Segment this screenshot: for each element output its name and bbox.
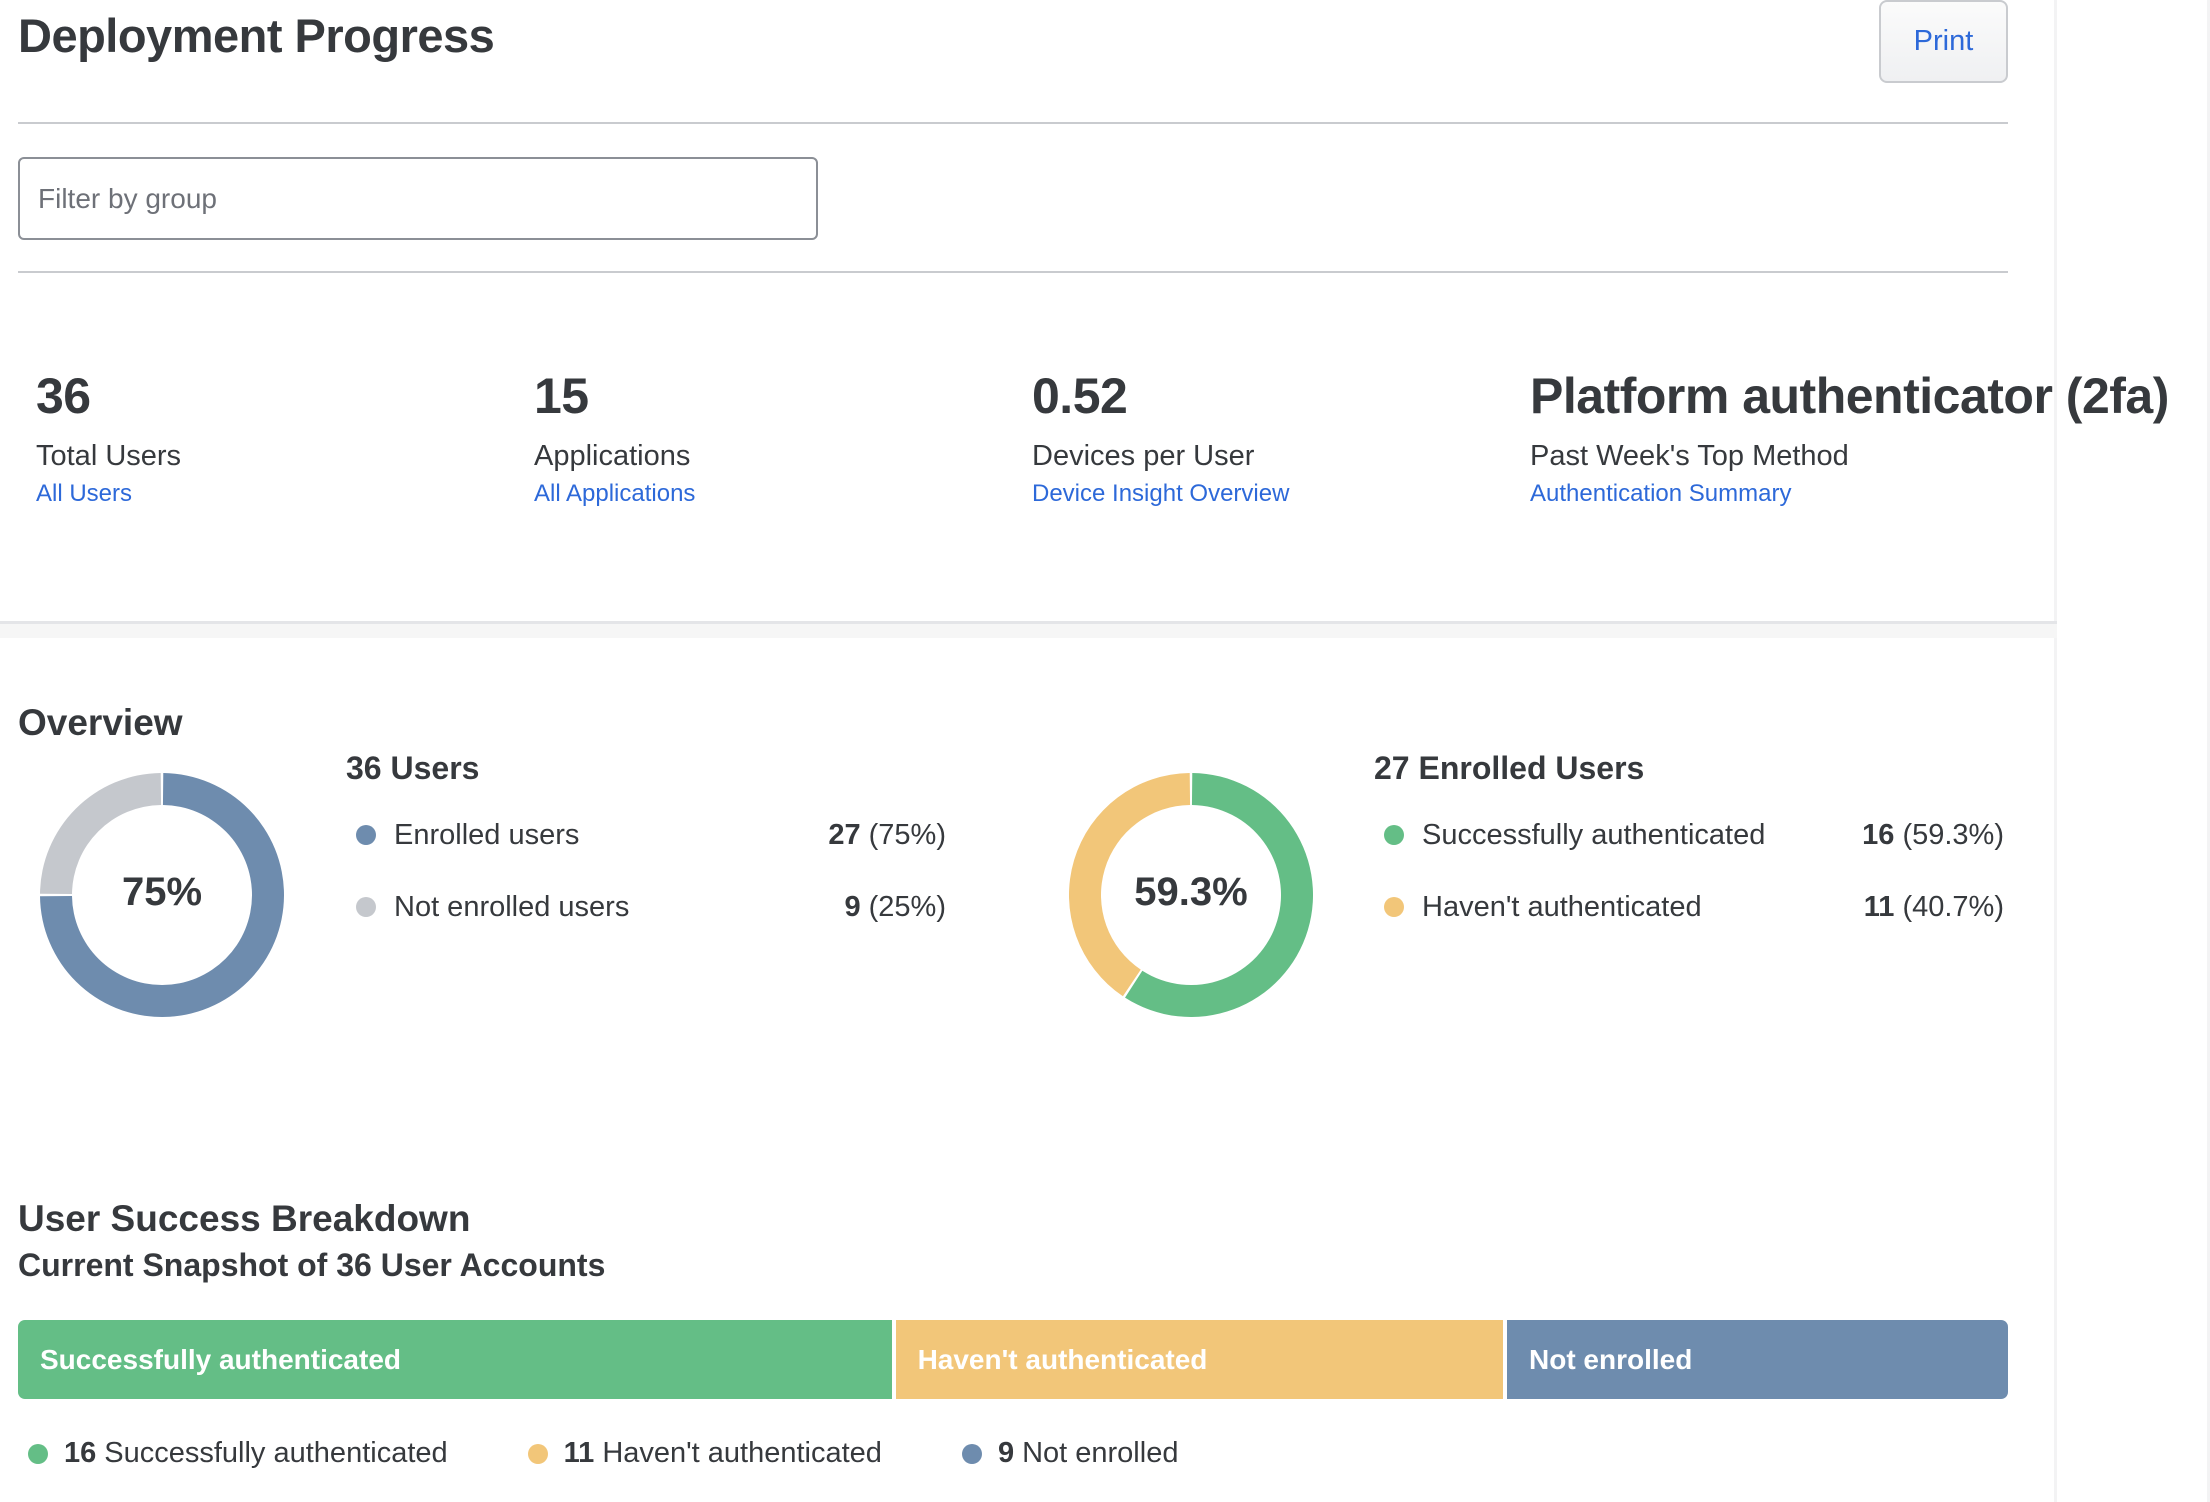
bar-segment-success[interactable]: Successfully authenticated bbox=[18, 1320, 892, 1399]
all-applications-link[interactable]: All Applications bbox=[534, 476, 695, 512]
filter-divider bbox=[18, 271, 2008, 273]
stat-devices-per-user: 0.52 Devices per User Device Insight Ove… bbox=[1032, 362, 1289, 512]
bar-segment-not-enrolled[interactable]: Not enrolled bbox=[1507, 1320, 2008, 1399]
stat-top-method: Platform authenticator (2fa) Past Week's… bbox=[1530, 362, 2169, 512]
print-button[interactable]: Print bbox=[1879, 0, 2008, 83]
legend-value: 27 (75%) bbox=[828, 819, 946, 852]
device-insight-overview-link[interactable]: Device Insight Overview bbox=[1032, 476, 1289, 512]
legend-label: Enrolled users bbox=[394, 818, 580, 851]
legend-label: Not enrolled users bbox=[394, 890, 630, 923]
legend-count: 11 bbox=[563, 1437, 595, 1469]
stat-value: 15 bbox=[534, 368, 589, 424]
overview-title: Overview bbox=[18, 702, 183, 743]
legend-label: Not enrolled bbox=[1022, 1437, 1179, 1469]
legend-title: 36 Users bbox=[346, 750, 480, 786]
legend-item-success: Successfully authenticated 16 (59.3%) bbox=[1374, 815, 2004, 855]
right-gutter bbox=[2060, 0, 2210, 1502]
stat-value: 0.52 bbox=[1032, 368, 1128, 424]
legend-percent: (59.3%) bbox=[1902, 818, 2004, 851]
success-dot-icon bbox=[1384, 825, 1404, 845]
enrolled-dot-icon bbox=[356, 825, 376, 845]
page-title: Deployment Progress bbox=[18, 9, 495, 62]
legend-count: 16 bbox=[64, 1437, 97, 1469]
bar-segment-pending[interactable]: Haven't authenticated bbox=[895, 1320, 1503, 1399]
legend-count: 9 bbox=[997, 1437, 1015, 1469]
success-dot-icon bbox=[28, 1443, 48, 1464]
breakdown-subtitle: Current Snapshot of 36 User Accounts bbox=[18, 1247, 606, 1283]
stat-total-users: 36 Total Users All Users bbox=[36, 362, 181, 512]
donut-center-label: 59.3% bbox=[1134, 870, 1248, 914]
stat-label: Devices per User bbox=[1032, 440, 1255, 472]
all-users-link[interactable]: All Users bbox=[36, 476, 132, 512]
enrollment-legend: 36 Users Enrolled users 27 (75%) Not enr… bbox=[346, 750, 946, 927]
user-success-stacked-bar: Successfully authenticated Haven't authe… bbox=[18, 1320, 2008, 1399]
legend-percent: (75%) bbox=[868, 818, 946, 851]
legend-label: Haven't authenticated bbox=[1422, 890, 1702, 923]
legend-item-enrolled: Enrolled users 27 (75%) bbox=[346, 815, 946, 855]
legend-count: 11 bbox=[1863, 890, 1895, 923]
legend-item-pending: Haven't authenticated 11 (40.7%) bbox=[1374, 887, 2004, 927]
authentication-legend: 27 Enrolled Users Successfully authentic… bbox=[1374, 750, 2004, 927]
breakdown-legend: 16 Successfully authenticated 11 Haven't… bbox=[28, 1437, 1258, 1470]
filter-by-group-input[interactable] bbox=[18, 157, 818, 240]
legend-title: 27 Enrolled Users bbox=[1374, 750, 1645, 786]
legend-percent: (40.7%) bbox=[1902, 890, 2004, 923]
pending-dot-icon bbox=[1384, 897, 1404, 917]
legend-label: Successfully authenticated bbox=[1422, 818, 1766, 851]
legend-item-not-enrolled: 9 Not enrolled bbox=[961, 1437, 1179, 1470]
stat-applications: 15 Applications All Applications bbox=[534, 362, 695, 512]
stat-value: Platform authenticator (2fa) bbox=[1530, 368, 2169, 424]
header-divider bbox=[18, 122, 2008, 124]
legend-item-not-enrolled: Not enrolled users 9 (25%) bbox=[346, 887, 946, 927]
legend-percent: (25%) bbox=[868, 890, 946, 923]
legend-count: 16 bbox=[1862, 818, 1895, 851]
legend-item-pending: 11 Haven't authenticated bbox=[527, 1437, 882, 1470]
donut-center-label: 75% bbox=[121, 870, 203, 914]
legend-value: 9 (25%) bbox=[844, 891, 946, 924]
section-separator-band bbox=[0, 624, 2057, 638]
pending-dot-icon bbox=[527, 1443, 548, 1464]
not-enrolled-dot-icon bbox=[961, 1443, 982, 1464]
stat-label: Total Users bbox=[36, 440, 182, 472]
stat-label: Applications bbox=[534, 440, 691, 472]
legend-label: Successfully authenticated bbox=[104, 1437, 448, 1469]
breakdown-title: User Success Breakdown bbox=[18, 1198, 471, 1239]
legend-item-success: 16 Successfully authenticated bbox=[28, 1437, 448, 1470]
legend-count: 27 bbox=[828, 818, 861, 851]
legend-value: 11 (40.7%) bbox=[1864, 891, 2004, 924]
stat-label: Past Week's Top Method bbox=[1530, 440, 1849, 472]
legend-label: Haven't authenticated bbox=[602, 1437, 882, 1469]
not-enrolled-dot-icon bbox=[356, 897, 376, 917]
stat-value: 36 bbox=[36, 368, 91, 424]
legend-count: 9 bbox=[844, 890, 861, 923]
legend-value: 16 (59.3%) bbox=[1862, 819, 2004, 852]
authentication-summary-link[interactable]: Authentication Summary bbox=[1530, 476, 1791, 512]
